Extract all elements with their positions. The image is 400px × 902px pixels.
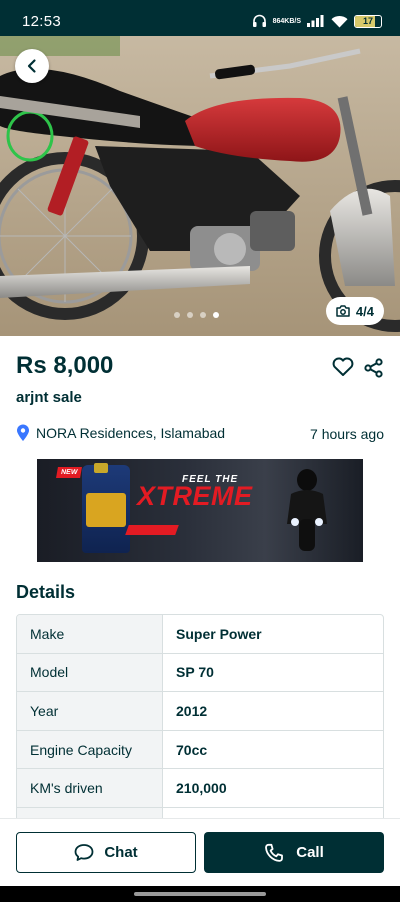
motorcycle-photo (0, 36, 400, 336)
status-icons: 864 KB/S 17 (252, 14, 382, 28)
details-label: KM's driven (17, 769, 163, 807)
home-gesture-pill[interactable] (134, 892, 266, 896)
gallery-dot-active[interactable] (213, 312, 219, 318)
call-button[interactable]: Call (204, 832, 384, 873)
details-value: Super Power (176, 625, 262, 642)
bottle-cap (94, 463, 108, 473)
net-speed-unit: KB/S (284, 17, 301, 25)
listing-location[interactable]: NORA Residences, Islamabad (16, 424, 225, 442)
details-label: Engine Capacity (17, 730, 163, 769)
details-value: 210,000 (176, 780, 227, 797)
listing-title: arjnt sale (16, 389, 82, 406)
details-label: Make (17, 615, 163, 653)
ad-new-badge: NEW (56, 467, 83, 478)
details-value: 2012 (176, 702, 208, 719)
photo-counter[interactable]: 4/4 (325, 297, 384, 325)
back-button[interactable] (15, 49, 49, 83)
details-value: SP 70 (176, 664, 214, 681)
details-row: Engine Capacity 70cc (17, 730, 383, 770)
ad-banner[interactable]: NEW FEEL THE XTREME (37, 459, 363, 562)
chat-button[interactable]: Chat (16, 832, 196, 873)
details-value: 70cc (176, 741, 208, 758)
share-button[interactable] (364, 358, 384, 383)
wifi-icon (331, 15, 348, 28)
oil-bottle-image (82, 463, 130, 553)
heart-icon (332, 357, 354, 376)
location-pin-icon (17, 424, 29, 441)
bottle-label (86, 493, 126, 527)
listing-price: Rs 8,000 (16, 352, 114, 379)
listing-photo[interactable] (0, 36, 400, 336)
gallery-dot[interactable] (174, 312, 180, 318)
net-speed: 864 KB/S (273, 18, 301, 25)
details-row: Year 2012 (17, 692, 383, 731)
location-text: NORA Residences, Islamabad (36, 425, 226, 441)
share-icon (364, 358, 383, 378)
details-label: Year (17, 692, 163, 730)
photo-counter-text: 4/4 (355, 303, 374, 319)
chat-bubble-icon (74, 844, 94, 861)
details-heading: Details (16, 582, 76, 602)
ad-red-strip (125, 525, 179, 535)
ad-headline: XTREME (137, 481, 253, 511)
net-speed-value: 864 (272, 17, 285, 25)
headphones-icon (252, 14, 267, 28)
chat-button-label: Chat (104, 844, 138, 861)
battery-level: 17 (362, 16, 373, 26)
gallery-dot[interactable] (200, 312, 206, 318)
status-time: 12:53 (22, 12, 62, 30)
details-row: KM's driven 210,000 (17, 769, 383, 808)
motorbike-rider-image (287, 469, 327, 551)
call-button-label: Call (296, 844, 324, 861)
signal-icon (307, 15, 325, 27)
details-label: Model (17, 653, 163, 692)
system-nav-bar (0, 886, 400, 902)
gallery-dots (174, 312, 219, 318)
phone-icon (265, 843, 284, 862)
battery-indicator: 17 (354, 14, 382, 28)
camera-icon (336, 305, 350, 317)
favorite-button[interactable] (332, 357, 354, 382)
posted-time: 7 hours ago (310, 426, 384, 442)
details-row: Make Super Power (17, 615, 383, 654)
gallery-dot[interactable] (187, 312, 193, 318)
details-table: Make Super Power Model SP 70 Year 2012 E… (16, 614, 384, 848)
details-row: Model SP 70 (17, 653, 383, 693)
chevron-left-icon (27, 59, 36, 73)
